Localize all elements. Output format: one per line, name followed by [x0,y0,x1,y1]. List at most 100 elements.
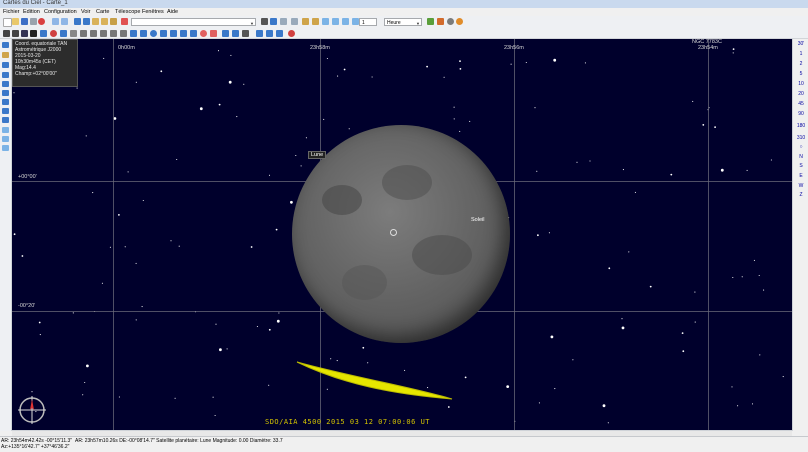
step-unit-select[interactable]: Heure ▼ [384,18,422,26]
moon-icon[interactable] [447,18,454,25]
menu-fichier[interactable]: Fichier [3,8,20,16]
calc-icon[interactable] [312,18,319,25]
target-icon[interactable] [121,18,128,25]
table-icon[interactable] [291,18,298,25]
horizon-icon[interactable] [70,29,77,37]
menu-fenetres[interactable]: Fenêtres [142,8,164,16]
asteroid-icon[interactable] [90,29,97,37]
rotate-icon[interactable] [140,29,147,37]
menu-configuration[interactable]: Configuration [44,8,77,16]
object-search-combo[interactable]: ▼ [131,18,256,26]
comet-icon[interactable] [100,29,107,37]
telescope-icon[interactable] [261,18,268,25]
open-icon[interactable] [12,18,19,25]
circle-view[interactable]: ○ [794,144,808,151]
left-tool-8-icon[interactable] [2,108,9,114]
sun-label[interactable]: Soleil [471,217,484,223]
play-icon[interactable] [342,18,349,25]
stop-icon[interactable] [38,18,45,25]
fov-90[interactable]: 90 [794,111,808,118]
dir-zenith[interactable]: Z [794,192,808,199]
mirror-icon[interactable] [130,29,137,37]
altaz-icon[interactable] [180,29,187,37]
red-circle-icon[interactable] [200,29,207,37]
find-icon[interactable] [110,18,117,25]
fov-icon[interactable] [160,29,167,37]
menu-edition[interactable]: Edition [23,8,40,16]
left-tool-6-icon[interactable] [2,90,9,96]
new-chart-icon[interactable] [3,18,12,27]
fov-2[interactable]: 2 [794,61,808,68]
first-icon[interactable] [322,18,329,25]
fov-10[interactable]: 10 [794,81,808,88]
left-tool-2-icon[interactable] [2,52,9,58]
menu-telescope[interactable]: Télescope [115,8,140,16]
left-tool-5-icon[interactable] [2,81,9,87]
step-value-field[interactable]: 1 [359,18,377,26]
left-tool-3-icon[interactable] [2,62,9,68]
fov-20[interactable]: 20 [794,91,808,98]
cross-icon[interactable] [210,29,217,37]
scope-link-icon[interactable] [256,29,263,37]
pen-icon[interactable] [120,29,127,37]
calendar-icon[interactable] [280,18,287,25]
menu-aide[interactable]: Aide [167,8,178,16]
dir-south[interactable]: S [794,163,808,170]
constellation-icon[interactable] [30,29,37,37]
image-icon[interactable] [222,29,229,37]
globe-icon[interactable] [427,18,434,25]
fov-310[interactable]: 310 [794,135,808,142]
star [692,100,694,102]
undo-icon[interactable] [74,18,81,25]
stars-icon[interactable] [3,29,10,37]
gal-icon[interactable] [190,29,197,37]
folder-icon[interactable] [302,18,309,25]
moon-label[interactable]: Lune [308,151,327,159]
menu-voir[interactable]: Voir [81,8,90,16]
zoom-in-icon[interactable] [92,18,99,25]
chart-icon[interactable] [270,18,277,25]
left-tool-7-icon[interactable] [2,99,9,105]
compass-icon[interactable] [150,29,157,37]
zoom-out-icon[interactable] [101,18,108,25]
fov-180[interactable]: 180 [794,123,808,130]
menu-carte[interactable]: Carte [96,8,109,16]
left-tool-1-icon[interactable] [2,42,9,48]
dss-icon[interactable] [232,29,239,37]
milkyway-icon[interactable] [80,29,87,37]
fov-1[interactable]: 1 [794,51,808,58]
dir-west[interactable]: W [794,183,808,190]
palette-icon[interactable] [242,29,249,37]
sync-icon[interactable] [276,29,283,37]
sky-chart[interactable]: 0h00m 23h58m 23h56m 23h54m NGC 7783C +00… [12,39,792,431]
window-icon[interactable] [52,18,59,25]
left-tool-4-icon[interactable] [2,72,9,78]
fov-30min[interactable]: 30' [794,41,808,48]
tile-icon[interactable] [61,18,68,25]
left-tool-11-icon[interactable] [2,136,9,142]
eq-icon[interactable] [170,29,177,37]
redo-icon[interactable] [83,18,90,25]
planet-icon[interactable] [456,18,463,25]
star [510,63,512,65]
ecliptic-icon[interactable] [60,29,67,37]
dir-east[interactable]: E [794,173,808,180]
abort-icon[interactable] [288,29,295,37]
left-tool-9-icon[interactable] [2,117,9,123]
galaxy-icon[interactable] [21,29,28,37]
line-icon[interactable] [110,29,117,37]
label-icon[interactable] [50,29,57,37]
dir-north[interactable]: N [794,154,808,161]
fov-45[interactable]: 45 [794,101,808,108]
save-icon[interactable] [21,18,28,25]
grid-icon[interactable] [40,29,47,37]
left-tool-10-icon[interactable] [2,127,9,133]
sun-icon[interactable] [437,18,444,25]
last-icon[interactable] [352,18,359,25]
print-icon[interactable] [30,18,37,25]
left-tool-12-icon[interactable] [2,145,9,151]
prev-icon[interactable] [332,18,339,25]
connect-icon[interactable] [266,29,273,37]
nebula-icon[interactable] [12,29,19,37]
fov-5[interactable]: 5 [794,71,808,78]
